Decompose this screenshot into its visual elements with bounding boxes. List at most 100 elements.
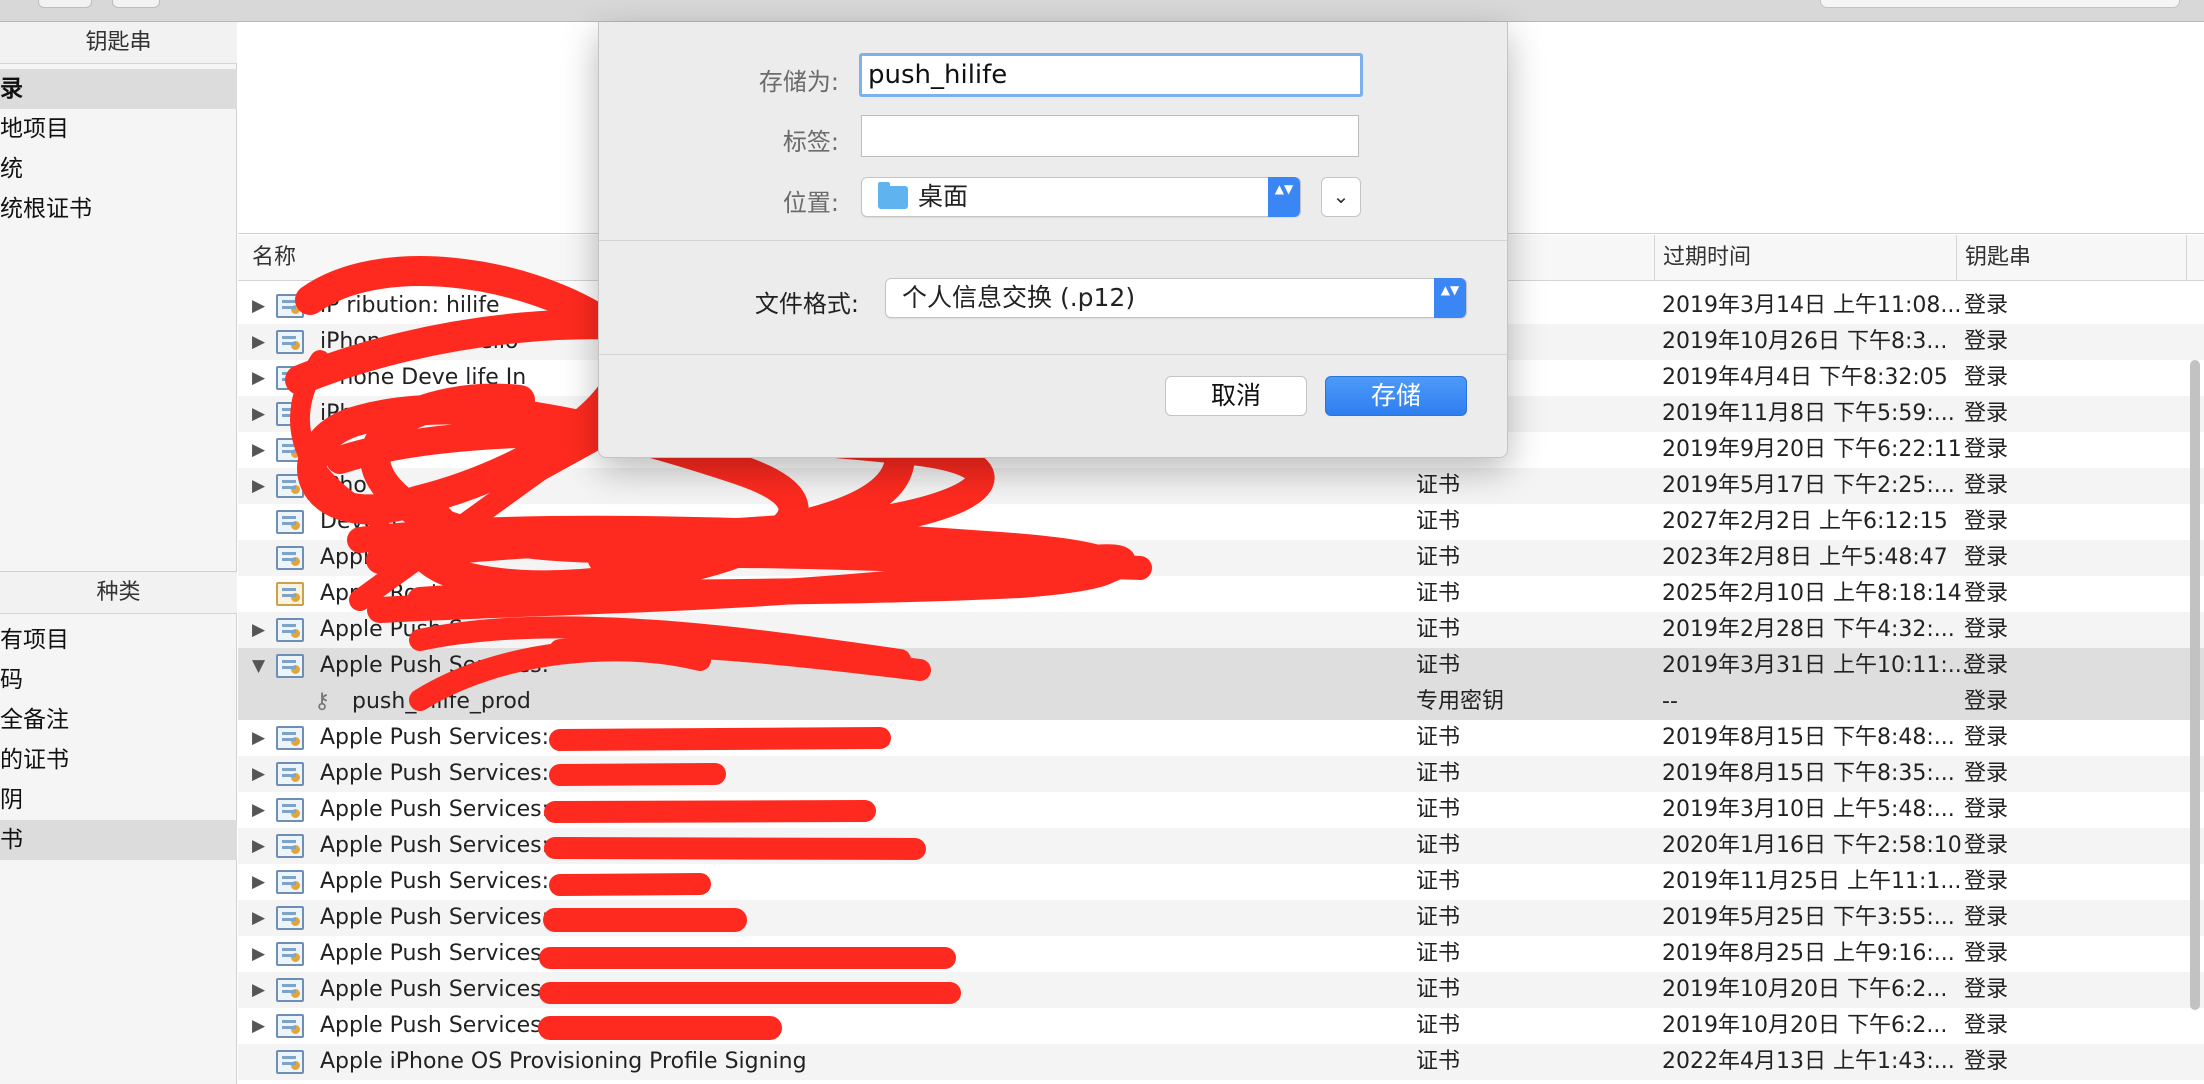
table-row[interactable]: ▼ Apple Push Services: 证书 2019年3月31日 上午10:1… xyxy=(238,648,2204,684)
table-row[interactable]: ▶ Apple Push Services: 证书 2020年1月16日 下午2:58… xyxy=(238,828,2204,864)
table-row[interactable]: ▶ Apple Push Services: 证书 2019年8月15日 下午8:35… xyxy=(238,756,2204,792)
disclosure-closed-icon[interactable]: ▶ xyxy=(252,720,268,756)
cell-name: Apple Wor xyxy=(320,545,433,570)
cell-name: iPhon per: Jo hello xyxy=(320,329,519,354)
sidebar-item-keys[interactable]: 阴 xyxy=(0,780,237,820)
save-as-field[interactable]: push_hilife xyxy=(859,53,1363,97)
cell-keychain: 登录 xyxy=(1964,1013,2009,1038)
seal-icon xyxy=(291,989,300,998)
cell-name: Apple Root Certificat Authority xyxy=(320,581,657,606)
disclosure-closed-icon[interactable]: ▶ xyxy=(252,972,268,1008)
dialog-separator xyxy=(599,354,1507,355)
table-row[interactable]: ▶ Apple Push Services: 证书 2019年2月28日 下午4:32… xyxy=(238,612,2204,648)
toolbar-button[interactable] xyxy=(38,0,92,8)
sidebar-item-secure-notes[interactable]: 全备注 xyxy=(0,700,237,740)
cell-keychain: 登录 xyxy=(1964,869,2009,894)
table-row[interactable]: ▶ Apple Push Services: 证书 2019年3月10日 上午5:48… xyxy=(238,792,2204,828)
toolbar-button[interactable] xyxy=(112,0,160,8)
disclosure-closed-icon[interactable]: ▶ xyxy=(252,360,268,396)
seal-icon xyxy=(291,305,300,314)
table-scrollbar[interactable] xyxy=(2190,360,2200,1010)
cell-name: Develo ID C xyxy=(320,509,450,534)
column-header-keychain[interactable]: 钥匙串 xyxy=(1956,235,2031,281)
table-row[interactable]: Apple Root Certificat Authority 证书 2025年2月… xyxy=(238,576,2204,612)
disclosure-closed-icon[interactable]: ▶ xyxy=(252,1008,268,1044)
sidebar-item-system[interactable]: 统 xyxy=(0,149,237,189)
sidebar-item-my-certificates[interactable]: 的证书 xyxy=(0,740,237,780)
disclosure-closed-icon[interactable]: ▶ xyxy=(252,792,268,828)
cell-kind: 证书 xyxy=(1416,869,1461,894)
disclosure-closed-icon[interactable]: ▶ xyxy=(252,612,268,648)
disclosure-closed-icon[interactable]: ▶ xyxy=(252,864,268,900)
sidebar-item-login[interactable]: 录 xyxy=(0,69,237,109)
cell-keychain: 登录 xyxy=(1964,977,2009,1002)
seal-icon xyxy=(291,665,300,674)
seal-icon xyxy=(291,629,300,638)
seal-icon xyxy=(291,809,300,818)
disclosure-closed-icon[interactable]: ▶ xyxy=(252,828,268,864)
column-header-name[interactable]: 名称 xyxy=(244,235,296,281)
cell-kind: 证书 xyxy=(1416,473,1461,498)
cell-name: Apple Push Services: c xyxy=(320,725,569,750)
key-icon: ⚷ xyxy=(313,689,331,714)
seal-icon xyxy=(291,737,300,746)
seal-icon xyxy=(291,917,300,926)
certificate-icon xyxy=(276,402,304,426)
sidebar-item-all-items[interactable]: 有项目 xyxy=(0,620,237,660)
keychains-header: 钥匙串 xyxy=(0,22,237,64)
location-popup[interactable]: 桌面 ▲▼ xyxy=(861,177,1301,217)
cell-kind: 证书 xyxy=(1416,761,1461,786)
cell-expires: 2019年10月20日 下午6:2... xyxy=(1662,1013,1948,1038)
cell-name: iPho xyxy=(320,401,367,426)
certificate-icon xyxy=(276,438,304,462)
save-button[interactable]: 存储 xyxy=(1325,376,1467,416)
expand-dialog-button[interactable]: ⌄ xyxy=(1321,177,1361,217)
table-row-key[interactable]: ⚷ push_hilife_prod 专用密钥 -- 登录 xyxy=(238,684,2204,720)
certificate-icon xyxy=(276,474,304,498)
sidebar-item-local[interactable]: 地项目 xyxy=(0,109,237,149)
column-header-expires[interactable]: 过期时间 xyxy=(1654,235,1751,281)
cell-kind: 证书 xyxy=(1416,1049,1461,1074)
sidebar-item-passwords[interactable]: 码 xyxy=(0,660,237,700)
tags-field[interactable] xyxy=(861,115,1359,157)
cancel-button[interactable]: 取消 xyxy=(1165,376,1307,416)
disclosure-closed-icon[interactable]: ▶ xyxy=(252,324,268,360)
table-row[interactable]: ▶ Apple Push Services: 证书 2019年10月20日 下午6:2… xyxy=(238,1008,2204,1044)
disclosure-closed-icon[interactable]: ▶ xyxy=(252,396,268,432)
cell-keychain: 登录 xyxy=(1964,941,2009,966)
table-row[interactable]: Apple iPhone OS Provisioning Profile Sig… xyxy=(238,1044,2204,1080)
table-row[interactable]: ▶ Apple Push Services: 证书 2019年8月25日 上午9:16… xyxy=(238,936,2204,972)
disclosure-open-icon[interactable]: ▼ xyxy=(252,648,268,684)
cell-name: Apple Push Services: xyxy=(320,905,550,930)
cell-expires: 2019年5月17日 下午2:25:... xyxy=(1662,473,1955,498)
table-row[interactable]: Apple Wor 证书 2023年2月8日 上午5:48:47 登录 xyxy=(238,540,2204,576)
cell-expires: 2019年11月8日 下午5:59:... xyxy=(1662,401,1955,426)
sidebar-item-certificates[interactable]: 书 xyxy=(0,820,237,860)
table-row[interactable]: ▶ Apple Push Services: c 证书 2019年8月15日 下午8:… xyxy=(238,720,2204,756)
table-row[interactable]: ▶ Apple Push Services: 证书 2019年5月25日 下午3:55… xyxy=(238,900,2204,936)
disclosure-closed-icon[interactable]: ▶ xyxy=(252,288,268,324)
popup-arrows-icon: ▲▼ xyxy=(1268,177,1300,217)
table-row[interactable]: ▶ iPho 证书 2019年5月17日 下午2:25:... 登录 xyxy=(238,468,2204,504)
certificate-icon xyxy=(276,618,304,642)
cell-kind: 证书 xyxy=(1416,725,1461,750)
cell-expires: 2027年2月2日 上午6:12:15 xyxy=(1662,509,1948,534)
certificate-icon xyxy=(276,1014,304,1038)
disclosure-closed-icon[interactable]: ▶ xyxy=(252,756,268,792)
disclosure-closed-icon[interactable]: ▶ xyxy=(252,468,268,504)
seal-icon xyxy=(291,953,300,962)
disclosure-closed-icon[interactable]: ▶ xyxy=(252,900,268,936)
disclosure-closed-icon[interactable]: ▶ xyxy=(252,936,268,972)
disclosure-closed-icon[interactable]: ▶ xyxy=(252,432,268,468)
cell-kind: 证书 xyxy=(1416,545,1461,570)
format-popup[interactable]: 个人信息交换 (.p12) ▲▼ xyxy=(885,278,1467,318)
cell-name: Apple Push Services: xyxy=(320,977,550,1002)
search-field[interactable] xyxy=(1820,0,2180,8)
table-row[interactable]: ▶ Apple Push Services: 证书 2019年11月25日 上午11:… xyxy=(238,864,2204,900)
table-row[interactable]: Develo ID C 证书 2027年2月2日 上午6:12:15 登录 xyxy=(238,504,2204,540)
cell-keychain: 登录 xyxy=(1964,365,2009,390)
cell-kind: 证书 xyxy=(1416,797,1461,822)
table-row[interactable]: ▶ Apple Push Services: 证书 2019年10月20日 下午6:2… xyxy=(238,972,2204,1008)
sidebar-item-system-roots[interactable]: 统根证书 xyxy=(0,189,237,229)
seal-icon xyxy=(291,1025,300,1034)
